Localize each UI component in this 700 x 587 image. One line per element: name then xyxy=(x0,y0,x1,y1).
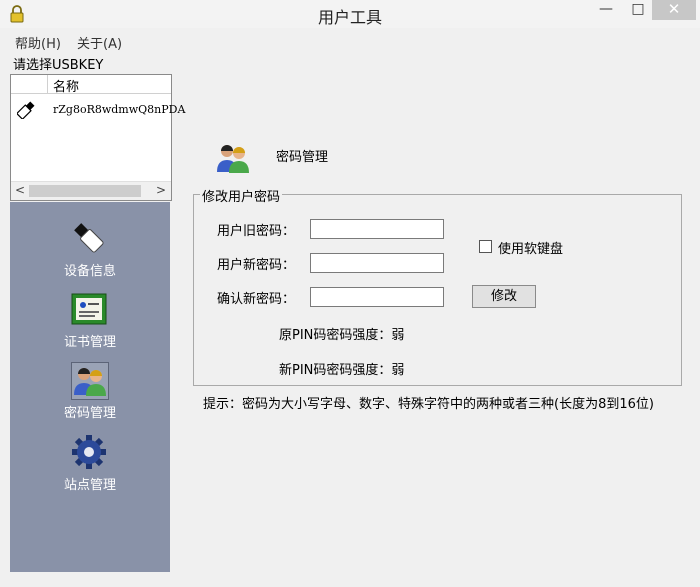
minimize-button[interactable]: — xyxy=(592,0,620,20)
old-password-field[interactable] xyxy=(310,219,444,239)
certificate-icon xyxy=(71,293,107,325)
usb-key-icon xyxy=(17,101,35,119)
modify-button[interactable]: 修改 xyxy=(472,285,536,308)
gear-icon xyxy=(72,435,106,469)
usbkey-list-item[interactable]: rZg8oR8wdmwQ8nPDA xyxy=(11,101,185,121)
old-password-label: 用户旧密码： xyxy=(217,224,296,239)
usbkey-item-label: rZg8oR8wdmwQ8nPDA xyxy=(53,103,186,116)
title-bar: 用户工具 — □ ✕ xyxy=(0,0,700,28)
soft-keyboard-label[interactable]: 使用软键盘 xyxy=(498,238,563,257)
confirm-password-label: 确认新密码： xyxy=(217,292,296,307)
nav-label-device-info: 设备信息 xyxy=(63,264,116,279)
soft-keyboard-checkbox[interactable] xyxy=(479,240,492,253)
users-icon xyxy=(217,145,249,173)
list-header-blank xyxy=(11,75,48,93)
scrollbar-thumb[interactable] xyxy=(29,185,141,197)
menu-about[interactable]: 关于(A) xyxy=(77,33,122,52)
scroll-right-button[interactable]: > xyxy=(156,183,166,197)
nav-label-site: 站点管理 xyxy=(63,478,116,493)
close-button[interactable]: ✕ xyxy=(652,0,696,20)
maximize-button[interactable]: □ xyxy=(624,0,652,20)
horizontal-scrollbar[interactable]: < > xyxy=(11,181,171,200)
nav-label-certificate: 证书管理 xyxy=(63,335,116,350)
group-title: 修改用户密码 xyxy=(200,186,283,205)
old-pin-strength: 原PIN码密码强度：弱 xyxy=(279,328,405,343)
usbkey-prompt: 请选择USBKEY xyxy=(13,58,104,73)
password-hint: 提示：密码为大小写字母、数字、特殊字符中的两种或者三种(长度为8到16位) xyxy=(203,397,654,412)
users-icon xyxy=(71,362,109,400)
usbkey-list[interactable]: 名称 rZg8oR8wdmwQ8nPDA < > xyxy=(10,74,185,201)
new-password-label: 用户新密码： xyxy=(217,258,296,273)
status-bar xyxy=(0,578,700,587)
nav-panel: 设备信息 证书管理 密码管理 站点管理 xyxy=(10,202,170,572)
scroll-left-button[interactable]: < xyxy=(15,183,25,197)
menu-bar: 帮助(H) 关于(A) xyxy=(0,30,700,52)
page-title: 密码管理 xyxy=(276,150,329,165)
menu-help[interactable]: 帮助(H) xyxy=(15,33,61,52)
usb-key-icon xyxy=(74,223,104,253)
new-pin-strength: 新PIN码密码强度：弱 xyxy=(279,363,405,378)
confirm-password-field[interactable] xyxy=(310,287,444,307)
nav-label-password: 密码管理 xyxy=(63,406,116,421)
new-password-field[interactable] xyxy=(310,253,444,273)
column-header-name[interactable]: 名称 xyxy=(53,76,79,95)
list-header: 名称 xyxy=(11,75,171,95)
